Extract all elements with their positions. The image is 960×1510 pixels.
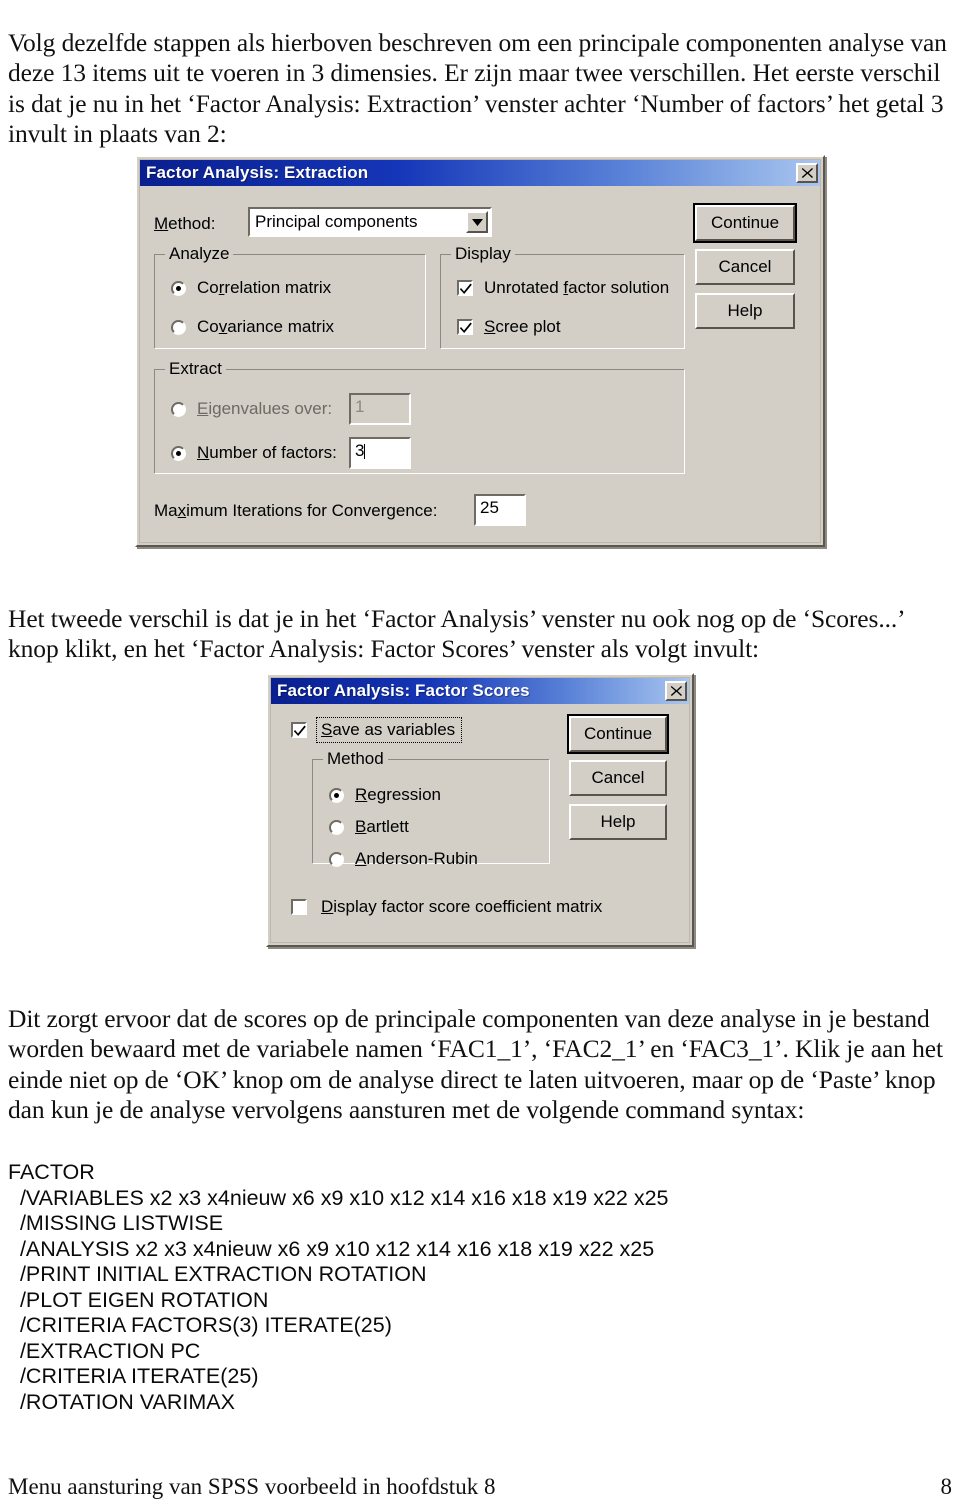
syntax-line: /VARIABLES x2 x3 x4nieuw x6 x9 x10 x12 x… — [8, 1185, 669, 1210]
extract-group-legend: Extract — [165, 359, 226, 379]
cancel-button[interactable]: Cancel — [695, 249, 795, 285]
analyze-group-legend: Analyze — [165, 244, 234, 264]
scores-help-button-label: Help — [600, 812, 636, 831]
radio-dot — [334, 793, 339, 798]
method-label: Method: — [154, 214, 216, 233]
scores-continue-button[interactable]: Continue — [567, 714, 669, 754]
syntax-line: /PLOT EIGEN ROTATION — [8, 1287, 269, 1312]
help-button[interactable]: Help — [695, 293, 795, 329]
radio-dot — [176, 451, 181, 456]
checkbox-display-factor-score-coefficient-matrix[interactable] — [291, 899, 307, 915]
scores-cancel-button[interactable]: Cancel — [569, 760, 667, 796]
label-display-factor-score-coefficient-matrix: Display factor score coefficient matrix — [321, 897, 603, 916]
checkbox-scree-plot[interactable] — [457, 319, 473, 335]
label-eigenvalues-over: Eigenvalues over: — [197, 399, 333, 418]
cancel-button-label: Cancel — [718, 257, 772, 276]
help-button-label: Help — [727, 301, 763, 320]
label-scree-plot: Scree plot — [484, 317, 561, 336]
label-max-iterations: Maximum Iterations for Convergence: — [154, 501, 438, 520]
label-regression: Regression — [355, 785, 441, 804]
radio-regression[interactable] — [329, 788, 344, 803]
eigenvalues-over-field[interactable]: 1 — [349, 393, 411, 425]
continue-button[interactable]: Continue — [693, 203, 797, 243]
label-save-as-variables: Save as variables — [321, 720, 456, 739]
syntax-line: /PRINT INITIAL EXTRACTION ROTATION — [8, 1262, 427, 1286]
intro-paragraph: Volg dezelfde stappen als hierboven besc… — [8, 27, 947, 149]
text-caret — [364, 444, 366, 459]
footer-page-number: 8 — [940, 1474, 953, 1499]
radio-eigenvalues-over[interactable] — [171, 402, 186, 417]
label-anderson-rubin: Anderson-Rubin — [355, 849, 478, 868]
syntax-line: /ROTATION VARIMAX — [8, 1389, 235, 1414]
page-footer: Menu aansturing van SPSS voorbeeld in ho… — [8, 1474, 952, 1500]
max-iterations-field[interactable]: 25 — [474, 494, 526, 526]
radio-bartlett[interactable] — [329, 820, 344, 835]
display-group-legend: Display — [451, 244, 515, 264]
command-syntax-block: FACTOR /VARIABLES x2 x3 x4nieuw x6 x9 x1… — [8, 1160, 768, 1415]
radio-number-of-factors[interactable] — [171, 446, 186, 461]
syntax-line: /ANALYSIS x2 x3 x4nieuw x6 x9 x10 x12 x1… — [8, 1236, 655, 1261]
close-icon[interactable] — [796, 163, 818, 183]
scores-help-button[interactable]: Help — [569, 804, 667, 840]
extraction-titlebar[interactable]: Factor Analysis: Extraction — [140, 160, 820, 186]
number-of-factors-field[interactable]: 3 — [349, 437, 411, 469]
radio-anderson-rubin[interactable] — [329, 852, 344, 867]
continue-button-label: Continue — [710, 213, 780, 232]
method-combobox[interactable]: Principal components — [248, 207, 492, 237]
factor-analysis-extraction-dialog: Factor Analysis: Extraction Method: Prin… — [135, 155, 825, 547]
scores-continue-button-label: Continue — [583, 724, 653, 743]
label-covariance-matrix: Covariance matrix — [197, 317, 334, 336]
label-bartlett: Bartlett — [355, 817, 409, 836]
footer-caption: Menu aansturing van SPSS voorbeeld in ho… — [8, 1474, 496, 1499]
checkbox-unrotated-factor-solution[interactable] — [457, 280, 473, 296]
radio-dot — [176, 286, 181, 291]
extraction-title-text: Factor Analysis: Extraction — [146, 163, 369, 182]
label-unrotated-factor-solution: Unrotated factor solution — [484, 278, 670, 297]
radio-covariance-matrix[interactable] — [171, 320, 186, 335]
factor-analysis-factor-scores-dialog: Factor Analysis: Factor Scores Save as v… — [266, 673, 694, 947]
syntax-line: /MISSING LISTWISE — [8, 1211, 224, 1235]
radio-correlation-matrix[interactable] — [171, 281, 186, 296]
middle-paragraph: Het tweede verschil is dat je in het ‘Fa… — [8, 603, 904, 664]
syntax-line: /EXTRACTION PC — [8, 1338, 201, 1363]
scores-method-group-legend: Method — [323, 749, 388, 769]
display-groupbox: Display — [440, 244, 685, 349]
factor-scores-titlebar[interactable]: Factor Analysis: Factor Scores — [271, 678, 689, 704]
chevron-down-icon[interactable] — [466, 211, 488, 233]
after-paragraph: Dit zorgt ervoor dat de scores op de pri… — [8, 1003, 943, 1125]
document-page: Volg dezelfde stappen als hierboven besc… — [0, 0, 960, 1510]
close-icon[interactable] — [665, 681, 687, 701]
syntax-line: /CRITERIA FACTORS(3) ITERATE(25) — [8, 1313, 392, 1337]
scores-cancel-button-label: Cancel — [591, 768, 645, 787]
factor-scores-title-text: Factor Analysis: Factor Scores — [277, 681, 530, 700]
syntax-line: FACTOR — [8, 1160, 95, 1184]
label-number-of-factors: Number of factors: — [197, 443, 337, 462]
label-correlation-matrix: Correlation matrix — [197, 278, 332, 297]
checkbox-save-as-variables[interactable] — [291, 722, 307, 738]
number-of-factors-value: 3 — [355, 441, 365, 460]
syntax-line: /CRITERIA ITERATE(25) — [8, 1364, 259, 1388]
method-selected-value: Principal components — [255, 212, 418, 231]
